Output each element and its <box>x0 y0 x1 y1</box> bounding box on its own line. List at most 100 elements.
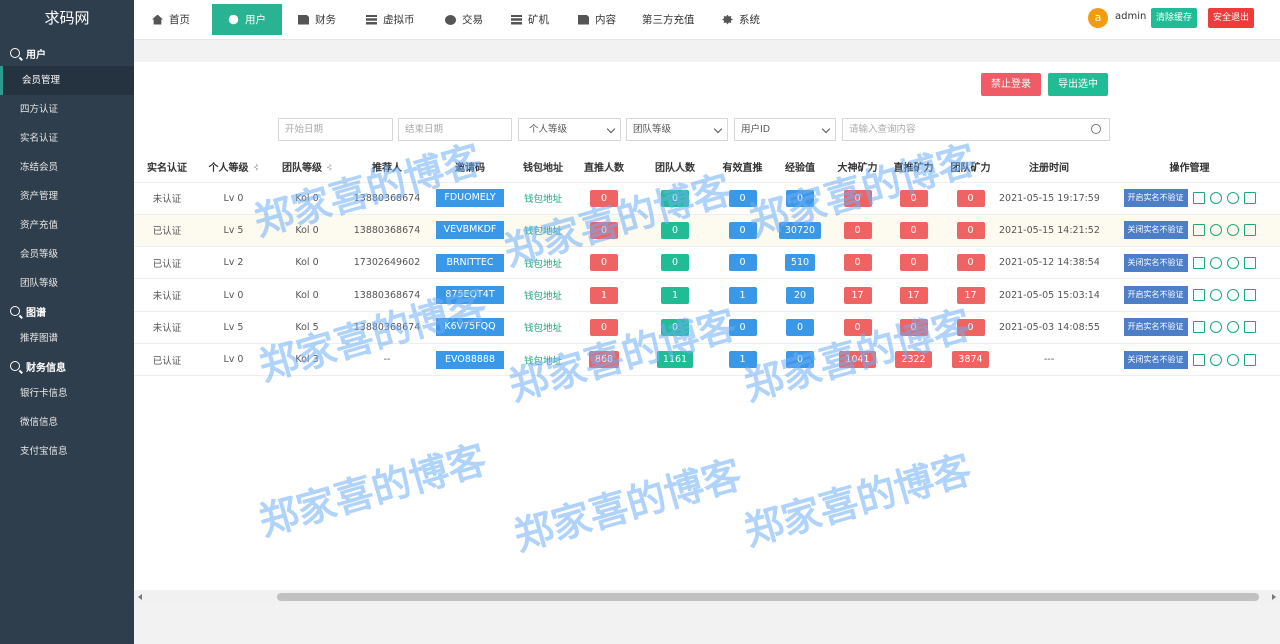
wallet-link[interactable]: 钱包地址 <box>524 194 562 205</box>
login-icon[interactable] <box>1243 353 1256 366</box>
cell-ref: 13880368674 <box>347 214 427 248</box>
sidebar-item[interactable]: 团队等级 <box>0 269 134 298</box>
edit-icon[interactable] <box>1192 321 1205 334</box>
toggle-realname-button[interactable]: 关闭实名不验证 <box>1123 221 1188 240</box>
search-icon[interactable] <box>1091 124 1101 134</box>
start-date-input[interactable]: 开始日期 <box>278 118 393 141</box>
upload-icon[interactable] <box>1209 256 1222 269</box>
tpower-badge: 0 <box>956 189 985 207</box>
edit-icon[interactable] <box>1192 224 1205 237</box>
sidebar-group[interactable]: 财务信息 <box>0 353 134 379</box>
wallet-link[interactable]: 钱包地址 <box>524 259 562 270</box>
end-date-input[interactable]: 结束日期 <box>398 118 512 141</box>
toggle-realname-button[interactable]: 开启实名不验证 <box>1123 318 1188 337</box>
horizontal-scrollbar[interactable] <box>134 590 1280 604</box>
login-icon[interactable] <box>1243 192 1256 205</box>
logout-button[interactable]: 安全退出 <box>1208 8 1255 28</box>
scroll-left-icon[interactable] <box>138 594 142 600</box>
invite-code-badge[interactable]: EVO88888 <box>436 350 504 369</box>
login-icon[interactable] <box>1243 224 1256 237</box>
user-id-select[interactable]: 用户ID <box>734 118 836 141</box>
toggle-realname-button[interactable]: 关闭实名不验证 <box>1123 350 1188 369</box>
play-icon[interactable] <box>1226 224 1239 237</box>
ban-login-button[interactable]: 禁止登录 <box>981 73 1041 96</box>
sidebar-item[interactable]: 银行卡信息 <box>0 379 134 408</box>
nav-finance[interactable]: 财务 <box>292 4 342 35</box>
real-value: 已认证 <box>152 226 182 238</box>
play-icon[interactable] <box>1226 256 1239 269</box>
login-icon[interactable] <box>1243 289 1256 302</box>
scroll-right-icon[interactable] <box>1272 594 1276 600</box>
sidebar-group[interactable]: 用户 <box>0 40 134 66</box>
sidebar-item[interactable]: 会员管理 <box>0 66 134 95</box>
sidebar-item[interactable]: 支付宝信息 <box>0 437 134 466</box>
invite-code-badge[interactable]: BRNITTEC <box>436 253 504 272</box>
play-icon[interactable] <box>1226 321 1239 334</box>
sidebar-item[interactable]: 资产管理 <box>0 182 134 211</box>
edit-icon[interactable] <box>1192 192 1205 205</box>
nav-content[interactable]: 内容 <box>572 4 622 35</box>
username[interactable]: admin <box>1115 11 1146 22</box>
column-header: 有效直推 <box>715 152 770 183</box>
edit-icon[interactable] <box>1192 353 1205 366</box>
cell-actions: 开启实名不验证 <box>1099 278 1280 312</box>
export-selected-button[interactable]: 导出选中 <box>1048 73 1108 96</box>
toggle-realname-button[interactable]: 开启实名不验证 <box>1123 286 1188 305</box>
sidebar-group[interactable]: 图谱 <box>0 298 134 324</box>
column-header-label: 有效直推 <box>722 163 763 175</box>
nav-trade[interactable]: 交易 <box>439 4 489 35</box>
app-logo[interactable]: 求码网 <box>0 0 134 40</box>
time-value: 2021-05-15 14:21:52 <box>999 224 1099 236</box>
sort-icon[interactable] <box>253 163 259 172</box>
nav-third-party-recharge[interactable]: 第三方充值 <box>636 4 701 35</box>
play-icon[interactable] <box>1226 353 1239 366</box>
nav-home[interactable]: 首页 <box>146 4 196 35</box>
play-icon[interactable] <box>1226 289 1239 302</box>
upload-icon[interactable] <box>1209 353 1222 366</box>
upload-icon[interactable] <box>1209 224 1222 237</box>
exp-badge: 510 <box>784 254 816 272</box>
upload-icon[interactable] <box>1209 192 1222 205</box>
wallet-link[interactable]: 钱包地址 <box>524 323 562 334</box>
invite-code-badge[interactable]: FDUOMELY <box>436 189 504 208</box>
nav-crypto[interactable]: 虚拟币 <box>360 4 421 35</box>
avatar[interactable]: a <box>1088 8 1108 28</box>
upload-icon[interactable] <box>1209 289 1222 302</box>
wallet-link[interactable]: 钱包地址 <box>524 291 562 302</box>
cell-real: 未认证 <box>134 182 200 215</box>
toggle-realname-button[interactable]: 开启实名不验证 <box>1123 189 1188 208</box>
wallet-link[interactable]: 钱包地址 <box>524 226 562 237</box>
invite-code-badge[interactable]: 875EQT4T <box>436 286 504 305</box>
nav-system[interactable]: 系统 <box>716 4 766 35</box>
invite-code-badge[interactable]: VEVBMKDF <box>436 221 504 240</box>
login-icon[interactable] <box>1243 321 1256 334</box>
edit-icon[interactable] <box>1192 256 1205 269</box>
nav-miner[interactable]: 矿机 <box>505 4 555 35</box>
time-value: 2021-05-03 14:08:55 <box>999 321 1099 333</box>
nav-user[interactable]: 用户 <box>212 4 282 35</box>
toggle-realname-button[interactable]: 关闭实名不验证 <box>1123 253 1188 272</box>
scrollbar-thumb[interactable] <box>277 593 1259 601</box>
sidebar-item[interactable]: 会员等级 <box>0 240 134 269</box>
invite-code-badge[interactable]: K6V75FQQ <box>436 318 504 337</box>
team-level-select[interactable]: 团队等级 <box>626 118 728 141</box>
sort-icon[interactable] <box>327 163 332 172</box>
sidebar-item[interactable]: 推荐图谱 <box>0 324 134 353</box>
sidebar-item[interactable]: 微信信息 <box>0 408 134 437</box>
sidebar-item[interactable]: 实名认证 <box>0 124 134 153</box>
column-header[interactable]: 团队等级 <box>267 152 347 183</box>
sidebar-item[interactable]: 四方认证 <box>0 95 134 124</box>
sidebar-item[interactable]: 冻结会员 <box>0 153 134 182</box>
edit-icon[interactable] <box>1192 289 1205 302</box>
sidebar-item[interactable]: 资产充值 <box>0 211 134 240</box>
wallet-link[interactable]: 钱包地址 <box>524 356 562 367</box>
search-input[interactable]: 请输入查询内容 <box>842 118 1110 141</box>
clear-cache-button[interactable]: 清除缓存 <box>1151 8 1198 28</box>
column-header[interactable]: 个人等级 <box>200 152 267 183</box>
login-icon[interactable] <box>1243 256 1256 269</box>
cell-valid: 0 <box>715 214 770 248</box>
personal-level-select[interactable]: 个人等级 <box>518 118 621 141</box>
plevel-value: Lv 0 <box>223 289 244 301</box>
play-icon[interactable] <box>1226 192 1239 205</box>
upload-icon[interactable] <box>1209 321 1222 334</box>
